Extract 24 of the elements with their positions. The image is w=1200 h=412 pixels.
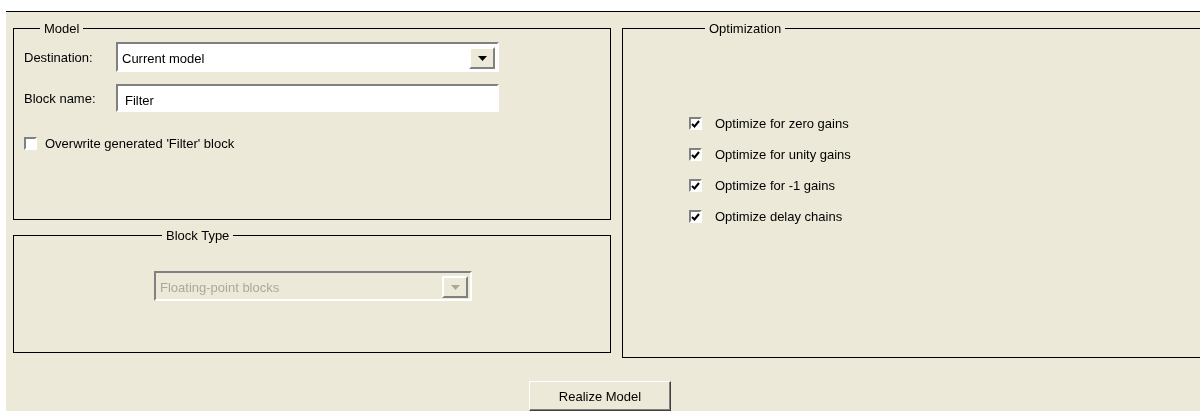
destination-dropdown[interactable]: Current model	[116, 42, 499, 72]
caret-icon	[477, 55, 487, 61]
group-title: Block Type	[165, 228, 231, 243]
check-icon	[691, 150, 700, 159]
option-checkbox[interactable]	[689, 117, 702, 130]
check-icon	[691, 119, 700, 128]
field-label: Block name:	[24, 90, 96, 106]
checkbox-label: Optimize for zero gains	[715, 116, 849, 131]
checkbox-label: Optimize for unity gains	[715, 147, 851, 162]
block-name-field[interactable]: Filter	[116, 84, 499, 112]
option-checkbox[interactable]	[689, 148, 702, 161]
checkbox-label: Optimize for -1 gains	[715, 178, 835, 193]
field-label: Destination:	[24, 49, 94, 65]
group-title: Optimization	[708, 21, 783, 36]
check-icon	[691, 212, 700, 221]
realize-model-button[interactable]: Realize Model	[529, 381, 671, 411]
option-checkbox[interactable]	[689, 179, 702, 192]
check-icon	[691, 181, 700, 190]
overwrite-checkbox[interactable]	[24, 137, 37, 150]
option-checkbox[interactable]	[689, 210, 702, 223]
group-title: Model	[43, 21, 81, 36]
caret-icon	[450, 284, 460, 290]
checkbox-label: Optimize delay chains	[715, 209, 843, 224]
checkbox-label: Overwrite generated 'Filter' block	[45, 136, 235, 151]
